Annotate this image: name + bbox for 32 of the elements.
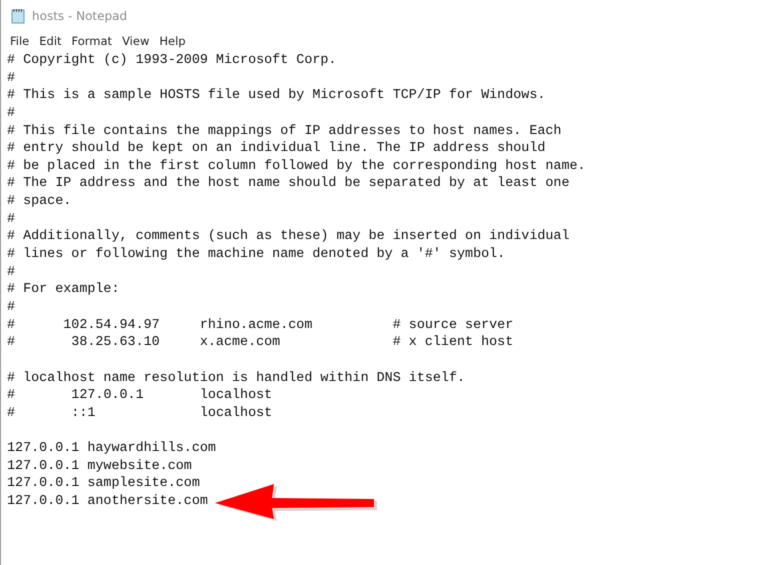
text-line: # This is a sample HOSTS file used by Microsoft TCP/IP for Windows.: [7, 88, 546, 104]
menu-item[interactable]: Help: [154, 34, 191, 48]
text-line: 127.0.0.1 anothersite.com: [7, 494, 208, 510]
text-line: # For example:: [7, 282, 120, 298]
arrow-icon: [213, 483, 379, 523]
text-line: #: [7, 300, 16, 315]
menu-item[interactable]: File: [5, 34, 34, 48]
text-line: #: [7, 264, 16, 280]
text-line: # The IP address and the host name should be separated by at least one: [7, 176, 570, 192]
notepad-icon: [11, 8, 25, 24]
text-line: # ::1 localhost: [7, 406, 272, 421]
text-line: 127.0.0.1 mywebsite.com: [7, 458, 192, 474]
text-line: # This file contains the mappings of IP addresses to host names. Each: [7, 124, 562, 139]
text-line: # 38.25.63.10 x.acme.com # x client host: [7, 335, 514, 350]
text-line: # lines or following the machine name denoted by a '#' symbol.: [7, 247, 506, 262]
window-title: hosts - Notepad: [32, 9, 128, 23]
text-line: 127.0.0.1 haywardhills.com: [7, 441, 216, 456]
text-line: # Additionally, comments (such as these) may be inserted on individual: [7, 229, 570, 244]
text-line: # space.: [7, 194, 72, 210]
text-line: # 127.0.0.1 localhost: [7, 388, 272, 404]
text-line: # 102.54.94.97 rhino.acme.com # source server: [7, 318, 514, 333]
text-line: # Copyright (c) 1993-2009 Microsoft Corp.: [7, 53, 336, 68]
text-line: # be placed in the first column followed by the corresponding host name.: [7, 158, 586, 174]
text-line: #: [7, 106, 16, 121]
text-line: #: [7, 70, 16, 86]
text-line: # localhost name resolution is handled within DNS itself.: [7, 370, 466, 386]
menu-item[interactable]: Edit: [34, 34, 67, 48]
text-line: #: [7, 212, 16, 227]
menu-item[interactable]: Format: [66, 34, 118, 48]
text-line: 127.0.0.1 samplesite.com: [7, 476, 200, 492]
menu-item[interactable]: View: [117, 34, 154, 48]
text-line: # entry should be kept on an individual line. The IP address should: [7, 141, 546, 156]
